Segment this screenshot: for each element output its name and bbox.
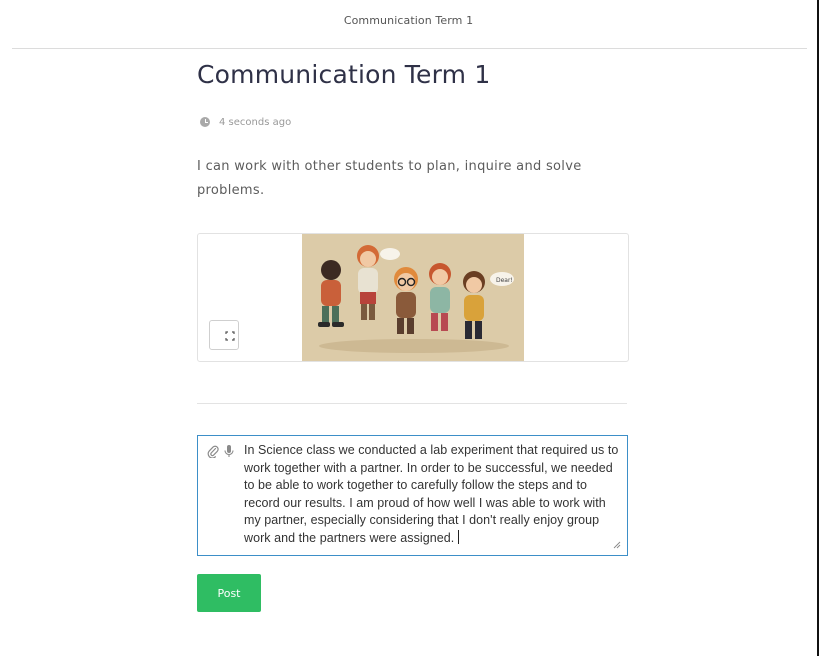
expand-icon [225,331,235,341]
top-bar: Communication Term 1 [0,0,817,48]
kid-5: Dear! [463,271,514,339]
kid-2 [357,245,400,320]
microphone-icon[interactable] [223,444,235,458]
section-divider [197,403,627,404]
post-meta: 4 seconds ago [200,115,291,129]
top-bar-title: Communication Term 1 [343,14,474,27]
text-caret [458,529,460,544]
composer-toolbar [207,444,235,458]
header-divider [12,48,807,49]
composer-text-value: In Science class we conducted a lab expe… [244,443,619,545]
kid-1 [318,260,344,327]
kid-4 [429,263,451,331]
resize-handle-icon[interactable] [613,541,621,549]
post-button[interactable]: Post [197,574,261,612]
speech-bubble-text: Dear! [496,277,513,284]
paperclip-icon[interactable] [207,444,219,458]
media-card: Dear! [197,233,629,362]
reflection-textarea[interactable]: In Science class we conducted a lab expe… [197,435,628,556]
expand-image-button[interactable] [209,320,239,350]
composer-text: In Science class we conducted a lab expe… [244,442,622,548]
kid-3 [394,267,418,334]
window-border [817,0,819,656]
page-title: Communication Term 1 [197,60,491,89]
illustration-image[interactable]: Dear! [302,234,524,361]
timestamp: 4 seconds ago [219,116,292,128]
clock-icon [200,117,210,127]
post-description: I can work with other students to plan, … [197,159,582,198]
